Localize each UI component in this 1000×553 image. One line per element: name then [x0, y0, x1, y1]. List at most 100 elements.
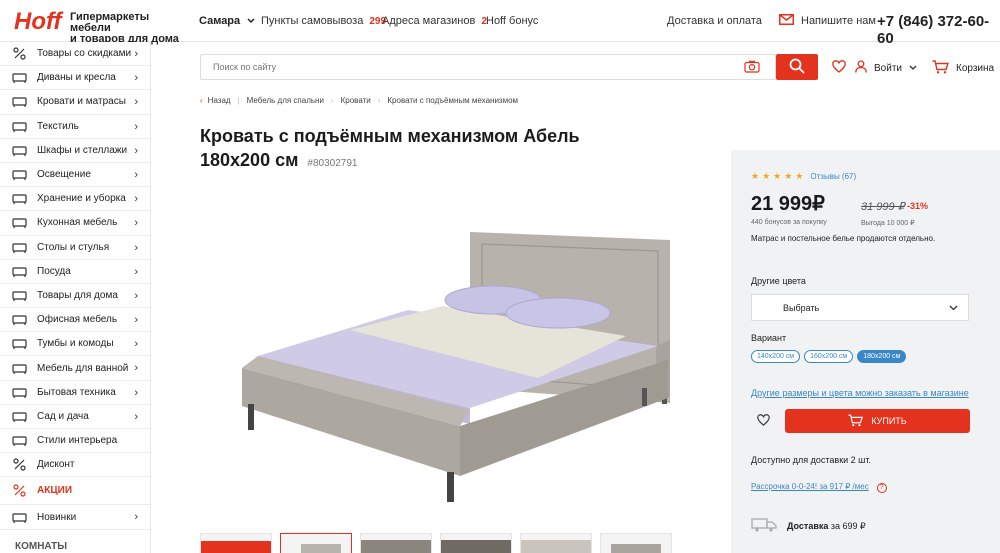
phone-number[interactable]: +7 (846) 372-60-60: [877, 13, 1000, 47]
chevron-right-icon: ›: [134, 265, 138, 278]
breadcrumb-bedroom[interactable]: Мебель для спальни: [247, 96, 324, 105]
hoff-logo[interactable]: Hoff: [14, 7, 66, 33]
sidebar-item-6[interactable]: Хранение и уборка ›: [0, 187, 150, 212]
buy-button[interactable]: КУПИТЬ: [785, 409, 970, 433]
sidebar-item-3[interactable]: Текстиль ›: [0, 115, 150, 139]
variant-140x200[interactable]: 140х200 см: [751, 350, 801, 363]
variant-160x200[interactable]: 160х200 см: [804, 350, 854, 363]
sidebar-item-14[interactable]: Бытовая техника ›: [0, 381, 150, 405]
sidebar-item-15[interactable]: Сад и дача ›: [0, 405, 150, 429]
sidebar-section-rooms: КОМНАТЫ: [15, 541, 68, 552]
sidebar-item-18[interactable]: АКЦИИ: [0, 477, 150, 506]
sidebar-item-16[interactable]: Стили интерьера: [0, 429, 150, 454]
title-line-1: Кровать с подъёмным механизмом Абель: [200, 126, 580, 146]
sidebar-item-label: Шкафы и стеллажи: [37, 144, 128, 156]
login-button[interactable]: Войти: [855, 60, 917, 76]
sidebar-item-label: Офисная мебель: [37, 314, 118, 326]
chevron-right-icon: ›: [134, 48, 138, 60]
camera-search-icon[interactable]: [744, 60, 760, 76]
sidebar-item-label: Товары для дома: [37, 289, 118, 301]
bath-icon: [11, 360, 27, 376]
thumbnail[interactable]: [440, 533, 512, 553]
reviews-link[interactable]: Отзывы (67): [810, 172, 856, 181]
storage-icon: [11, 191, 27, 207]
logo-tagline: Гипермаркеты мебели и товаров для дома: [70, 11, 179, 45]
sidebar-item-label: Дисконт: [37, 459, 75, 471]
chevron-right-icon: ›: [134, 144, 138, 157]
sidebar-item-7[interactable]: Кухонная мебель ›: [0, 211, 150, 236]
sidebar-item-12[interactable]: Тумбы и комоды ›: [0, 332, 150, 357]
cart-icon: [932, 60, 949, 77]
thumbnail-strip: [200, 533, 715, 553]
sidebar-item-5[interactable]: Освещение ›: [0, 163, 150, 188]
favorites-button[interactable]: [832, 60, 846, 76]
product-note: Матрас и постельное белье продаются отде…: [751, 234, 936, 243]
thumbnail[interactable]: [600, 533, 672, 553]
installment-link[interactable]: Рассрочка 0-0-24! за 917 ₽ /мес?: [751, 482, 887, 493]
dishes-icon: [11, 263, 27, 279]
sidebar-item-1[interactable]: Диваны и кресла ›: [0, 66, 150, 91]
top-header: Hoff Гипермаркеты мебели и товаров для д…: [0, 0, 1000, 47]
sidebar-item-19[interactable]: Новинки ›: [0, 505, 150, 531]
page-title: Кровать с подъёмным механизмом Абель 180…: [200, 124, 640, 176]
help-icon[interactable]: ?: [876, 483, 887, 493]
current-price: 21 999₽: [751, 193, 825, 215]
home-goods-icon: [11, 287, 27, 303]
sidebar-item-label: Столы и стулья: [37, 241, 110, 253]
rating[interactable]: ★ ★ ★ ★ ★ Отзывы (67): [751, 171, 856, 182]
chevron-down-icon: [247, 15, 255, 27]
sidebar-item-11[interactable]: Офисная мебель ›: [0, 308, 150, 333]
star-icon: ★: [795, 171, 804, 181]
delivery-info: Доставка за 699 ₽: [751, 518, 866, 534]
color-select[interactable]: Выбрать: [751, 294, 969, 321]
heart-icon: [756, 413, 770, 429]
add-to-favorites-button[interactable]: [751, 409, 775, 433]
variant-180x200[interactable]: 180х200 см: [857, 350, 907, 363]
title-line-2: 180х200 см: [200, 150, 299, 170]
discount-badge: -31%: [907, 201, 929, 211]
city-selector[interactable]: Самара: [199, 15, 255, 27]
office-chair-icon: [11, 312, 27, 328]
sale-icon: [11, 483, 27, 499]
chevron-right-icon: ›: [134, 338, 138, 351]
product-image[interactable]: [238, 228, 678, 503]
category-sidebar: Товары со скидками › Диваны и кресла › Крова…: [0, 42, 151, 553]
breadcrumb-beds[interactable]: Кровати: [341, 96, 371, 105]
write-us-link[interactable]: Напишите нам: [779, 14, 876, 28]
chevron-right-icon: ›: [134, 410, 138, 423]
nav-delivery-payment[interactable]: Доставка и оплата: [667, 15, 762, 27]
breadcrumb: ‹ Назад | Мебель для спальни › Кровати ›…: [200, 96, 518, 105]
breadcrumb-back[interactable]: Назад: [208, 96, 231, 105]
sidebar-item-8[interactable]: Столы и стулья ›: [0, 236, 150, 260]
sidebar-item-4[interactable]: Шкафы и стеллажи ›: [0, 139, 150, 163]
chevron-down-icon: [909, 63, 917, 74]
sidebar-item-0[interactable]: Товары со скидками ›: [0, 42, 150, 67]
search-button[interactable]: [776, 54, 818, 80]
chevron-right-icon: ›: [134, 72, 138, 85]
delivery-label: Доставка: [787, 520, 829, 531]
sidebar-item-label: Кровати и матрасы: [37, 96, 126, 108]
search-input[interactable]: [201, 55, 721, 79]
nav-hoff-bonus[interactable]: Hoff бонус: [486, 15, 538, 27]
sidebar-item-label: Товары со скидками: [37, 48, 132, 60]
cart-button[interactable]: Корзина: [932, 60, 994, 77]
sidebar-item-label: АКЦИИ: [37, 485, 73, 497]
thumbnail[interactable]: [520, 533, 592, 553]
old-price: 31 999 ₽: [861, 201, 905, 213]
nav-store-addresses[interactable]: Адреса магазинов 2: [382, 15, 487, 27]
breadcrumb-separator: |: [237, 96, 240, 105]
thumbnail[interactable]: [360, 533, 432, 553]
sidebar-item-9[interactable]: Посуда ›: [0, 260, 150, 284]
chevron-right-icon: ›: [134, 96, 138, 109]
sidebar-item-17[interactable]: Дисконт: [0, 453, 150, 478]
more-sizes-link[interactable]: Другие размеры и цвета можно заказать в …: [751, 388, 969, 398]
thumbnail-active[interactable]: [280, 533, 352, 553]
nav-pickup-points[interactable]: Пункты самовывоза 299: [261, 15, 386, 27]
thumbnail[interactable]: [200, 533, 272, 553]
sidebar-item-2[interactable]: Кровати и матрасы ›: [0, 90, 150, 115]
chevron-down-icon: [949, 303, 958, 313]
table-icon: [11, 239, 27, 255]
availability-text: Доступно для доставки 2 шт.: [751, 455, 872, 465]
sidebar-item-10[interactable]: Товары для дома ›: [0, 284, 150, 309]
sidebar-item-13[interactable]: Мебель для ванной ›: [0, 356, 150, 381]
